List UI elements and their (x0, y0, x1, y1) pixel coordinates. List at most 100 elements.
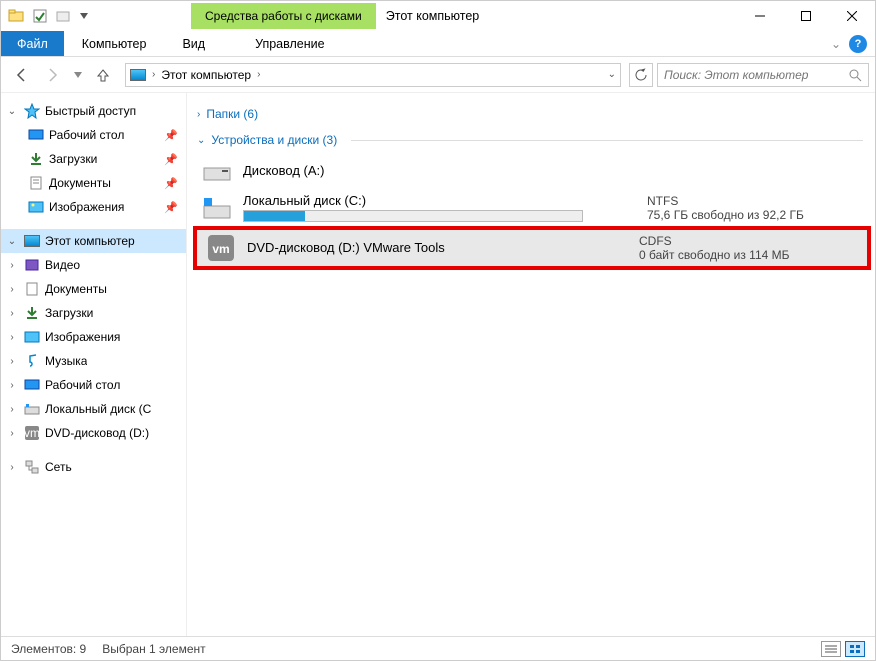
tree-label: Загрузки (49, 152, 97, 166)
file-menu[interactable]: Файл (1, 31, 64, 56)
nav-up-button[interactable] (89, 61, 117, 89)
capacity-bar (243, 210, 583, 222)
tree-quick-access[interactable]: ⌄ Быстрый доступ (1, 99, 186, 123)
desktop-icon (27, 127, 45, 143)
chevron-down-icon[interactable]: ⌄ (5, 106, 19, 117)
window-title: Этот компьютер (376, 9, 479, 23)
ribbon-collapse-icon[interactable]: ⌄ (831, 37, 841, 51)
tree-label: Сеть (45, 460, 72, 474)
group-drives[interactable]: ⌄ Устройства и диски (3) (193, 127, 875, 153)
chevron-right-icon: › (152, 69, 155, 80)
minimize-button[interactable] (737, 1, 783, 31)
nav-toolbar: › Этот компьютер › ⌄ (1, 57, 875, 93)
chevron-right-icon[interactable]: › (5, 308, 19, 319)
tree-videos[interactable]: › Видео (1, 253, 186, 277)
view-large-icons-button[interactable] (845, 641, 865, 657)
music-icon (23, 353, 41, 369)
floppy-drive-icon (201, 157, 233, 185)
qat-properties-icon[interactable] (29, 5, 51, 27)
tree-label: Быстрый доступ (45, 104, 136, 118)
tree-downloads-pc[interactable]: ›Загрузки (1, 301, 186, 325)
tree-pictures-pc[interactable]: ›Изображения (1, 325, 186, 349)
drive-filesystem: CDFS (639, 234, 859, 248)
qat-explorer-icon[interactable] (5, 5, 27, 27)
ribbon-tabs: Файл Компьютер Вид Управление ⌄ ? (1, 31, 875, 57)
maximize-button[interactable] (783, 1, 829, 31)
vmware-disc-icon: vm (205, 234, 237, 262)
address-bar[interactable]: › Этот компьютер › ⌄ (125, 63, 621, 87)
drive-title: DVD-дисковод (D:) VMware Tools (247, 240, 629, 257)
manage-tab[interactable]: Управление (223, 31, 357, 56)
pin-icon: 📌 (164, 129, 186, 142)
qat-dropdown-icon[interactable] (77, 5, 91, 27)
drive-item-floppy[interactable]: Дисковод (A:) (193, 153, 875, 189)
tree-desktop-pc[interactable]: › Рабочий стол (1, 373, 186, 397)
downloads-icon (23, 305, 41, 321)
close-button[interactable] (829, 1, 875, 31)
tree-this-pc[interactable]: ⌄ Этот компьютер (1, 229, 186, 253)
computer-tab[interactable]: Компьютер (64, 31, 165, 56)
breadcrumb-this-pc[interactable]: Этот компьютер (161, 68, 251, 82)
qat-new-folder-icon[interactable] (53, 5, 75, 27)
chevron-down-icon[interactable]: ⌄ (5, 236, 19, 247)
tree-network[interactable]: › Сеть (1, 455, 186, 479)
drive-item-dvd-d[interactable]: vm DVD-дисковод (D:) VMware Tools CDFS 0… (193, 226, 871, 270)
star-icon (23, 103, 41, 119)
search-box[interactable] (657, 63, 869, 87)
content-pane: › Папки (6) ⌄ Устройства и диски (3) Дис… (187, 93, 875, 636)
pin-icon: 📌 (164, 201, 186, 214)
status-selected: Выбран 1 элемент (102, 642, 205, 656)
drive-item-local-c[interactable]: Локальный диск (C:) NTFS 75,6 ГБ свободн… (193, 189, 875, 226)
status-item-count: Элементов: 9 (11, 642, 86, 656)
tree-label: Рабочий стол (49, 128, 124, 142)
status-bar: Элементов: 9 Выбран 1 элемент (1, 636, 875, 660)
chevron-right-icon[interactable]: › (5, 356, 19, 367)
group-label: Устройства и диски (3) (211, 133, 337, 147)
tree-label: DVD-дисковод (D:) (45, 426, 149, 440)
group-folders[interactable]: › Папки (6) (193, 101, 875, 127)
search-input[interactable] (664, 68, 842, 82)
pin-icon: 📌 (164, 177, 186, 190)
tree-label: Этот компьютер (45, 234, 135, 248)
pin-icon: 📌 (164, 153, 186, 166)
drive-freespace: 75,6 ГБ свободно из 92,2 ГБ (647, 208, 867, 222)
view-details-button[interactable] (821, 641, 841, 657)
vmware-icon: vm (23, 425, 41, 441)
tree-pictures[interactable]: Изображения 📌 (1, 195, 186, 219)
tree-documents[interactable]: Документы 📌 (1, 171, 186, 195)
svg-text:vm: vm (24, 426, 40, 440)
search-icon (848, 68, 862, 82)
address-dropdown-icon[interactable]: ⌄ (608, 69, 616, 80)
nav-back-button[interactable] (7, 61, 35, 89)
chevron-right-icon[interactable]: › (5, 380, 19, 391)
tree-label: Рабочий стол (45, 378, 120, 392)
tree-music[interactable]: ›Музыка (1, 349, 186, 373)
pictures-icon (27, 199, 45, 215)
tree-dvd-drive-d[interactable]: › vm DVD-дисковод (D:) (1, 421, 186, 445)
view-tab[interactable]: Вид (164, 31, 223, 56)
tree-downloads[interactable]: Загрузки 📌 (1, 147, 186, 171)
downloads-icon (27, 151, 45, 167)
this-pc-icon (23, 233, 41, 249)
chevron-right-icon[interactable]: › (5, 284, 19, 295)
tree-desktop[interactable]: Рабочий стол 📌 (1, 123, 186, 147)
tree-label: Документы (49, 176, 111, 190)
ribbon-context-tab[interactable]: Средства работы с дисками (191, 3, 376, 29)
drive-title: Локальный диск (C:) (243, 193, 637, 210)
help-button[interactable]: ? (849, 35, 867, 53)
refresh-button[interactable] (629, 63, 653, 87)
svg-text:vm: vm (212, 242, 229, 256)
chevron-right-icon[interactable]: › (5, 260, 19, 271)
chevron-right-icon[interactable]: › (5, 332, 19, 343)
tree-label: Видео (45, 258, 80, 272)
nav-history-dropdown[interactable] (71, 61, 85, 89)
chevron-right-icon[interactable]: › (5, 404, 19, 415)
videos-icon (23, 257, 41, 273)
titlebar: Средства работы с дисками Этот компьютер (1, 1, 875, 31)
chevron-right-icon[interactable]: › (5, 462, 19, 473)
drive-freespace: 0 байт свободно из 114 МБ (639, 248, 859, 262)
tree-documents-pc[interactable]: ›Документы (1, 277, 186, 301)
chevron-right-icon[interactable]: › (5, 428, 19, 439)
tree-local-disk-c[interactable]: ›Локальный диск (C (1, 397, 186, 421)
nav-forward-button[interactable] (39, 61, 67, 89)
